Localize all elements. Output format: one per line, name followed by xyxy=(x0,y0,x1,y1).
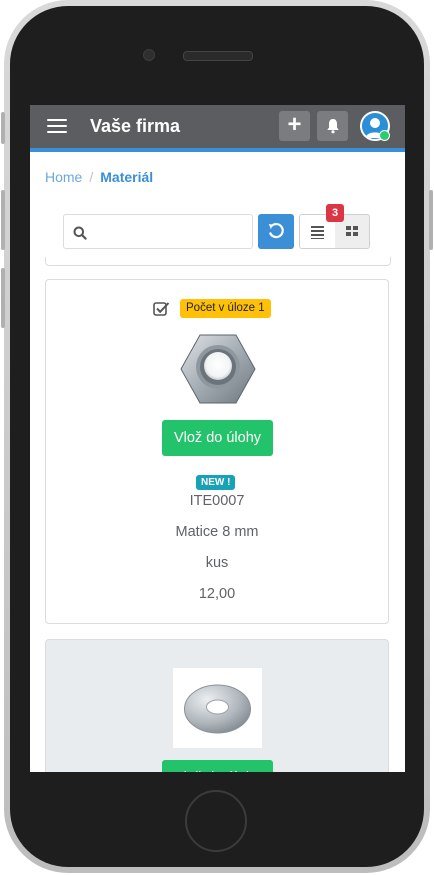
earpiece-speaker xyxy=(183,51,253,61)
add-button[interactable]: + xyxy=(279,111,310,141)
breadcrumb: Home / Materiál xyxy=(45,169,153,185)
search-box[interactable] xyxy=(63,214,253,249)
front-camera xyxy=(143,49,155,61)
plus-icon: + xyxy=(287,111,302,138)
add-to-task-button[interactable]: Vlož do úlohy xyxy=(162,420,273,456)
add-to-task-button[interactable]: Vlož do úlohy xyxy=(162,760,273,772)
home-button[interactable] xyxy=(185,790,247,852)
checked-checkbox-icon[interactable] xyxy=(153,301,170,317)
search-input[interactable] xyxy=(94,216,248,249)
online-status-dot xyxy=(379,130,390,141)
breadcrumb-separator: / xyxy=(89,169,94,185)
quantity-badge: Počet v úloze 1 xyxy=(180,299,271,318)
power-button xyxy=(429,190,433,250)
task-count-badge: 3 xyxy=(326,204,344,222)
breadcrumb-current: Materiál xyxy=(100,169,154,185)
product-card: Vlož do úlohy xyxy=(45,639,389,772)
menu-icon[interactable] xyxy=(47,119,67,133)
refresh-button[interactable] xyxy=(258,214,294,249)
brand-title[interactable]: Vaše firma xyxy=(90,116,180,137)
volume-up-button xyxy=(1,190,5,250)
hex-nut-image xyxy=(180,334,256,404)
mute-switch xyxy=(1,112,5,144)
new-badge: NEW ! xyxy=(196,475,236,490)
product-name: Matice 8 mm xyxy=(175,524,259,540)
breadcrumb-home-link[interactable]: Home xyxy=(45,169,82,185)
bell-icon xyxy=(326,119,339,134)
product-card: Počet v úloze 1 Vlož do úlohy NEW ! ITE0… xyxy=(45,279,389,624)
navbar-accent-line xyxy=(30,148,405,152)
volume-down-button xyxy=(1,268,5,328)
flat-washer-image xyxy=(173,668,262,748)
search-icon xyxy=(73,226,87,240)
product-code: ITE0007 xyxy=(189,493,245,509)
app-screen: Vaše firma + Home / Materiál 3 Počet v ú… xyxy=(30,105,405,772)
product-price: 12,00 xyxy=(198,586,236,602)
product-unit: kus xyxy=(205,555,229,571)
top-navbar: Vaše firma + xyxy=(30,105,405,148)
refresh-icon xyxy=(268,222,284,239)
notifications-button[interactable] xyxy=(317,111,348,141)
previous-card-edge xyxy=(45,257,391,266)
